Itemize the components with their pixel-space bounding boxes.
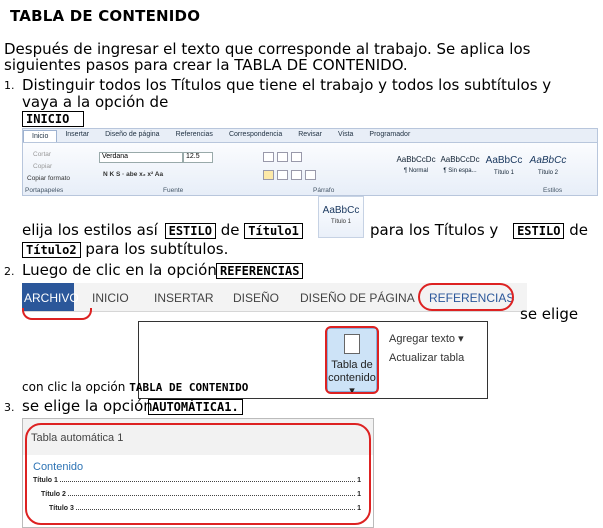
clipboard-group-label: Portapapeles bbox=[25, 187, 64, 194]
tag-inicio: INICIO bbox=[22, 111, 84, 127]
intro-line-2: siguientes pasos para crear la TABLA DE … bbox=[4, 56, 408, 74]
ribbon-tab-diseno-pagina[interactable]: Diseño de página bbox=[97, 129, 168, 142]
step-1b-text-a: elija los estilos así bbox=[22, 221, 158, 239]
document-title: TABLA DE CONTENIDO bbox=[10, 7, 201, 25]
ribbon-tab-vista[interactable]: Vista bbox=[330, 129, 361, 142]
bullets-icon[interactable] bbox=[263, 152, 274, 162]
step-1b-line-1-right: para los Títulos y ESTILO de bbox=[370, 222, 588, 239]
step-1b-text-c: para los Títulos y bbox=[370, 221, 499, 239]
tag-titulo2: Título2 bbox=[22, 242, 81, 258]
actualizar-tabla-button[interactable]: Actualizar tabla bbox=[389, 352, 464, 364]
tag-estilo-2: ESTILO bbox=[513, 223, 565, 239]
menu-diseno-pagina[interactable]: DISEÑO DE PÁGINA bbox=[300, 291, 415, 305]
font-group-label: Fuente bbox=[163, 187, 184, 194]
agregar-texto-button[interactable]: Agregar texto ▾ bbox=[389, 332, 464, 345]
style-titulo-2[interactable]: AaBbCc Título 2 bbox=[527, 149, 569, 183]
tag-tabla-contenido: TABLA DE CONTENIDO bbox=[129, 381, 249, 394]
step-1b-line-2: Título2 para los subtítulos. bbox=[22, 241, 228, 258]
tag-automatica1: AUTOMÁTICA1. bbox=[148, 399, 243, 415]
numbering-icon[interactable] bbox=[277, 152, 288, 162]
ribbon-tab-revisar[interactable]: Revisar bbox=[290, 129, 330, 142]
style-titulo-1[interactable]: AaBbCc Título 1 bbox=[483, 149, 525, 183]
menu-inicio[interactable]: INICIO bbox=[92, 291, 129, 305]
paragraph-group-label: Párrafo bbox=[313, 187, 335, 194]
archivo-highlight-ring bbox=[22, 308, 92, 320]
intro-line-1: Después de ingresar el texto que corresp… bbox=[4, 40, 531, 58]
step-2-number: 2. bbox=[4, 265, 15, 278]
font-name-box[interactable]: Verdana bbox=[99, 152, 183, 163]
menu-archivo[interactable]: ARCHIVO bbox=[22, 283, 79, 311]
word-ribbon: Inicio Insertar Diseño de página Referen… bbox=[22, 128, 598, 196]
ribbon-tab-programador[interactable]: Programador bbox=[361, 129, 418, 142]
step-1-line-2: vaya a la opción de bbox=[22, 93, 169, 111]
font-size-box[interactable]: 12.5 bbox=[183, 152, 213, 163]
styles-group-label: Estilos bbox=[543, 187, 563, 194]
ribbon-tab-correspondencia[interactable]: Correspondencia bbox=[221, 129, 290, 142]
step-1b-line-1: elija los estilos así ESTILO de Título1 bbox=[22, 222, 303, 239]
ribbon-tab-inicio[interactable]: Inicio bbox=[23, 130, 58, 142]
step-3-number: 3. bbox=[4, 401, 15, 414]
step-1b-text-d: de bbox=[569, 221, 588, 239]
menu-insertar[interactable]: INSERTAR bbox=[154, 291, 214, 305]
copiar-formato-button[interactable]: Copiar formato bbox=[27, 175, 70, 182]
menu-diseno[interactable]: DISEÑO bbox=[233, 291, 279, 305]
step-2-line-2: con clic la opción TABLA DE CONTENIDO bbox=[22, 380, 248, 395]
step-1b-text-e: para los subtítulos. bbox=[85, 240, 229, 258]
ribbon-tab-referencias[interactable]: Referencias bbox=[168, 129, 221, 142]
step-2-text: Luego de clic en la opción bbox=[22, 261, 217, 279]
multilevel-icon[interactable] bbox=[291, 152, 302, 162]
tabla-automatica-highlight-ring bbox=[25, 423, 371, 525]
ribbon-tabs: Inicio Insertar Diseño de página Referen… bbox=[23, 129, 597, 143]
step-1b-text-b: de bbox=[220, 221, 240, 239]
step-1-line-1: Distinguir todos los Títulos que tiene e… bbox=[22, 76, 552, 94]
font-format-buttons[interactable]: N K S · abe x₂ x² Aa bbox=[103, 171, 163, 178]
step-3-text: se elige la opción bbox=[22, 397, 153, 415]
style-icon-sample: AaBbCc bbox=[322, 205, 360, 216]
referencias-highlight-ring bbox=[418, 283, 514, 311]
se-elige-text: se elige bbox=[520, 305, 579, 323]
con-clic-text: con clic la opción bbox=[22, 380, 126, 394]
tag-titulo1: Título1 bbox=[244, 223, 303, 239]
ribbon-tab-insertar[interactable]: Insertar bbox=[57, 129, 97, 142]
justify-icon[interactable] bbox=[305, 170, 316, 180]
tabla-contenido-highlight-ring bbox=[325, 326, 379, 394]
style-normal[interactable]: AaBbCcDc ¶ Normal bbox=[395, 149, 437, 183]
align-center-icon[interactable] bbox=[277, 170, 288, 180]
step-1-number: 1. bbox=[4, 79, 15, 92]
style-icon-name: Título 1 bbox=[330, 219, 351, 225]
word-menubar: ARCHIVO INICIO INSERTAR DISEÑO DISEÑO DE… bbox=[22, 283, 527, 312]
style-sin-espaciado[interactable]: AaBbCcDc ¶ Sin espa... bbox=[439, 149, 481, 183]
tag-estilo-1: ESTILO bbox=[164, 223, 216, 239]
titulo-1-style-icon: AaBbCc Título 1 bbox=[318, 196, 364, 238]
copiar-button[interactable]: Copiar bbox=[33, 163, 52, 170]
ribbon-body: Cortar Copiar Copiar formato Portapapele… bbox=[23, 143, 597, 195]
tag-referencias: REFERENCIAS bbox=[216, 263, 304, 279]
cortar-button[interactable]: Cortar bbox=[33, 151, 51, 158]
tabla-automatica-preview[interactable]: Tabla automática 1 Contenido Título 11 T… bbox=[22, 418, 374, 528]
align-left-icon[interactable] bbox=[263, 170, 274, 180]
align-right-icon[interactable] bbox=[291, 170, 302, 180]
